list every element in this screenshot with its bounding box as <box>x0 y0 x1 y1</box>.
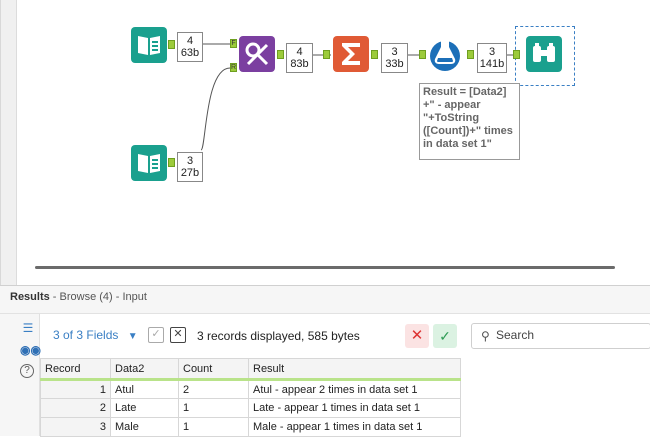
record-size: 63b <box>180 47 200 59</box>
flask-icon <box>430 41 460 71</box>
formula-output-anchor[interactable] <box>467 50 474 59</box>
canvas-horizontal-scrollbar[interactable] <box>35 266 615 269</box>
cancel-button[interactable]: ✕ <box>405 324 429 348</box>
summarize-output-anchor[interactable] <box>371 50 378 59</box>
input-data-tool-2[interactable] <box>131 145 167 181</box>
data2-cell: Atul <box>110 379 179 399</box>
record-size: 27b <box>180 167 200 179</box>
count-cell: 1 <box>178 417 249 437</box>
count-cell: 2 <box>178 379 249 399</box>
chevron-down-icon: ▼ <box>127 331 138 342</box>
data2-cell: Male <box>110 417 179 437</box>
apply-button[interactable]: ✓ <box>433 324 457 348</box>
join-icon <box>245 42 269 66</box>
join-right-anchor[interactable]: R <box>230 63 237 72</box>
result-cell: Male - appear 1 times in data set 1 <box>248 417 461 437</box>
deselect-all-icon[interactable]: ✕ <box>170 327 186 343</box>
join-tool[interactable] <box>239 36 275 72</box>
results-toolbar: 3 of 3 Fields ▼ ✓ ✕ 3 records displayed,… <box>41 314 650 357</box>
search-box[interactable]: ⚲ <box>471 323 650 349</box>
column-header-record[interactable]: Record <box>40 358 111 381</box>
close-icon: ✕ <box>410 327 424 344</box>
record-count: 3 <box>391 46 398 58</box>
join-anchor-r-label: R <box>231 64 237 71</box>
results-left-rail: ☰ ◉◉ ? <box>0 314 41 436</box>
formula-annotation: Result = [Data2] +" - appear "+ToString … <box>419 83 520 160</box>
record-cell: 2 <box>40 398 111 418</box>
summarize-input-anchor[interactable] <box>323 50 330 59</box>
record-cell: 1 <box>40 379 111 399</box>
select-all-checkbox-icon[interactable]: ✓ <box>148 327 164 343</box>
book-icon <box>138 154 160 173</box>
data2-cell: Late <box>110 398 179 418</box>
join-anchor-f-label: F <box>231 40 236 47</box>
column-header-count[interactable]: Count <box>178 358 249 381</box>
column-header-data2[interactable]: Data2 <box>110 358 179 381</box>
summarize-tool[interactable] <box>333 36 369 72</box>
input-data-tool[interactable] <box>131 27 167 63</box>
list-view-icon[interactable]: ☰ <box>20 320 36 336</box>
record-count: 4 <box>296 46 303 58</box>
input2-output-anchor[interactable] <box>168 158 175 167</box>
browse-input-anchor[interactable] <box>513 50 520 59</box>
table-row[interactable]: 1 Atul 2 Atul - appear 2 times in data s… <box>40 379 461 399</box>
formula-input-anchor[interactable] <box>419 50 426 59</box>
column-header-result[interactable]: Result <box>248 358 461 381</box>
record-count: 4 <box>186 35 194 47</box>
input1-output-anchor[interactable] <box>168 40 175 49</box>
record-count: 3 <box>488 46 496 58</box>
workflow-canvas[interactable]: 4 63b 3 27b F R 4 83b 3 33b 3 141b Resul… <box>0 0 650 285</box>
result-cell: Late - appear 1 times in data set 1 <box>248 398 461 418</box>
book-icon <box>138 36 160 55</box>
record-cell: 3 <box>40 417 111 437</box>
count-cell: 1 <box>178 398 249 418</box>
record-size: 83b <box>290 58 309 70</box>
binoculars-icon[interactable]: ◉◉ <box>20 342 41 358</box>
join-left-anchor[interactable]: F <box>230 39 237 48</box>
record-count: 3 <box>186 155 194 167</box>
results-title: Results <box>10 291 50 303</box>
result-cell: Atul - appear 2 times in data set 1 <box>248 379 461 399</box>
table-row[interactable]: 3 Male 1 Male - appear 1 times in data s… <box>40 417 461 437</box>
record-size: 141b <box>479 58 505 70</box>
formula-tool[interactable] <box>427 34 463 71</box>
table-row[interactable]: 2 Late 1 Late - appear 1 times in data s… <box>40 398 461 418</box>
help-icon[interactable]: ? <box>20 364 34 378</box>
results-table: Record Data2 Count Result 1 Atul 2 Atul … <box>40 358 461 437</box>
fields-dropdown[interactable]: 3 of 3 Fields ▼ <box>53 328 138 342</box>
search-icon: ⚲ <box>481 329 490 343</box>
results-header: Results - Browse (4) - Input <box>0 286 650 314</box>
sigma-icon <box>342 43 360 65</box>
record-size: 33b <box>385 58 404 70</box>
table-header-row: Record Data2 Count Result <box>40 358 461 381</box>
join-output-anchor[interactable] <box>277 50 284 59</box>
formula-record-badge: 3 141b <box>477 43 507 73</box>
summarize-record-badge: 3 33b <box>381 43 408 73</box>
results-subtitle: - Browse (4) - Input <box>49 291 147 303</box>
binoculars-icon <box>533 43 555 62</box>
search-input[interactable] <box>496 328 646 342</box>
input2-record-badge: 3 27b <box>177 152 203 182</box>
checkmark-icon: ✓ <box>439 328 451 344</box>
fields-dropdown-label: 3 of 3 Fields <box>53 328 119 342</box>
input1-record-badge: 4 63b <box>177 32 203 62</box>
records-info: 3 records displayed, 585 bytes <box>197 329 360 343</box>
browse-tool[interactable] <box>526 36 562 72</box>
join-record-badge: 4 83b <box>286 43 313 73</box>
